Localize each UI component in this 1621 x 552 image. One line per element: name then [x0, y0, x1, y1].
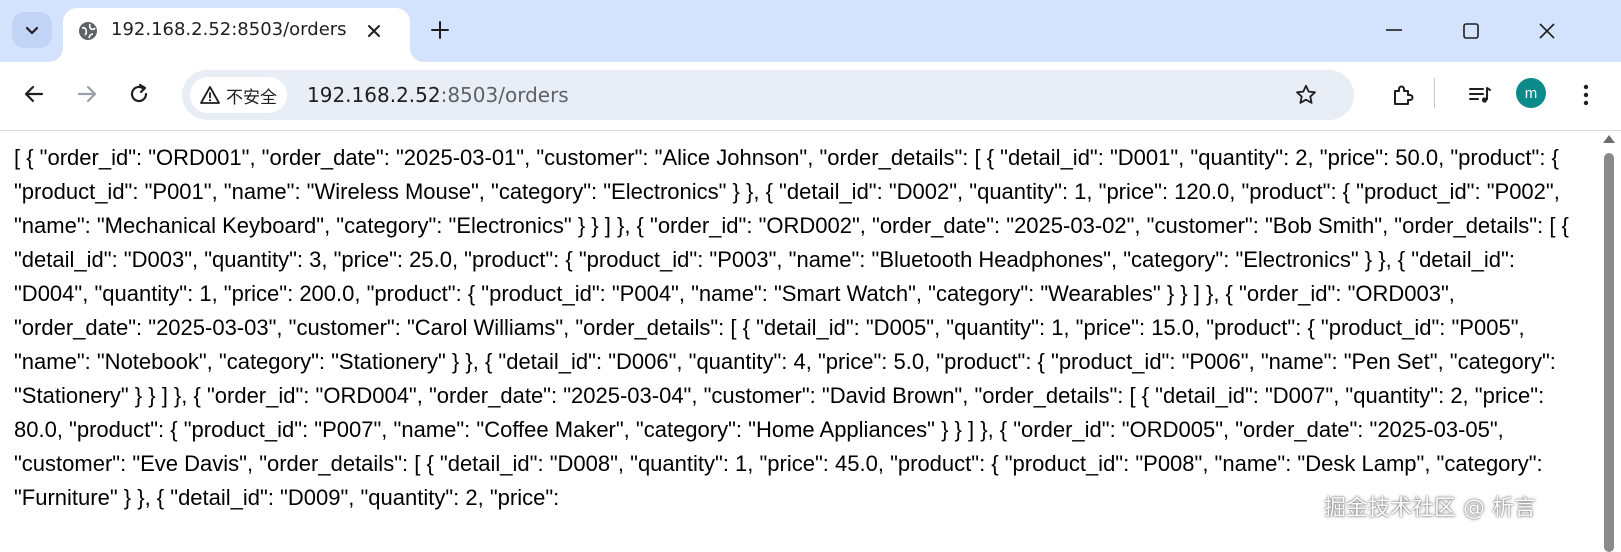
tab-strip: 192.168.2.52:8503/orders	[0, 0, 1621, 62]
security-label: 不安全	[226, 87, 277, 108]
media-control-icon[interactable]	[1467, 82, 1493, 108]
tab-title: 192.168.2.52:8503/orders	[111, 19, 347, 40]
url-host: 192.168.2.52	[307, 83, 441, 107]
reload-icon[interactable]	[125, 80, 153, 108]
close-tab-icon[interactable]	[361, 18, 387, 44]
url-text[interactable]: 192.168.2.52:8503/orders	[307, 83, 569, 107]
json-response-text: [ { "order_id": "ORD001", "order_date": …	[14, 145, 1576, 510]
profile-avatar[interactable]: m	[1516, 78, 1546, 108]
toolbar-separator	[1434, 78, 1435, 108]
minimize-icon[interactable]	[1382, 20, 1406, 40]
maximize-icon[interactable]	[1460, 20, 1482, 42]
more-menu-icon[interactable]	[1573, 82, 1599, 108]
page-content: [ { "order_id": "ORD001", "order_date": …	[0, 131, 1597, 552]
watermark: 掘金技术社区 @ 析言	[1324, 496, 1536, 521]
vertical-scrollbar[interactable]	[1597, 131, 1621, 552]
chevron-down-icon	[25, 26, 39, 35]
active-tab[interactable]: 192.168.2.52:8503/orders	[63, 8, 410, 62]
url-path: :8503/orders	[440, 83, 569, 107]
tab-search-button[interactable]	[12, 12, 52, 48]
warning-icon	[200, 86, 220, 104]
globe-icon	[79, 22, 97, 40]
scroll-thumb[interactable]	[1604, 153, 1614, 552]
security-chip[interactable]: 不安全	[190, 77, 287, 113]
address-bar[interactable]: 不安全 192.168.2.52:8503/orders	[182, 70, 1354, 120]
browser-toolbar: 不安全 192.168.2.52:8503/orders m	[0, 62, 1621, 131]
new-tab-icon[interactable]	[428, 18, 452, 42]
extensions-icon[interactable]	[1390, 82, 1416, 108]
back-icon[interactable]	[20, 80, 48, 108]
forward-icon[interactable]	[73, 80, 101, 108]
close-window-icon[interactable]	[1536, 20, 1558, 42]
scroll-up-arrow-icon[interactable]	[1603, 135, 1615, 143]
bookmark-star-icon[interactable]	[1294, 83, 1318, 107]
